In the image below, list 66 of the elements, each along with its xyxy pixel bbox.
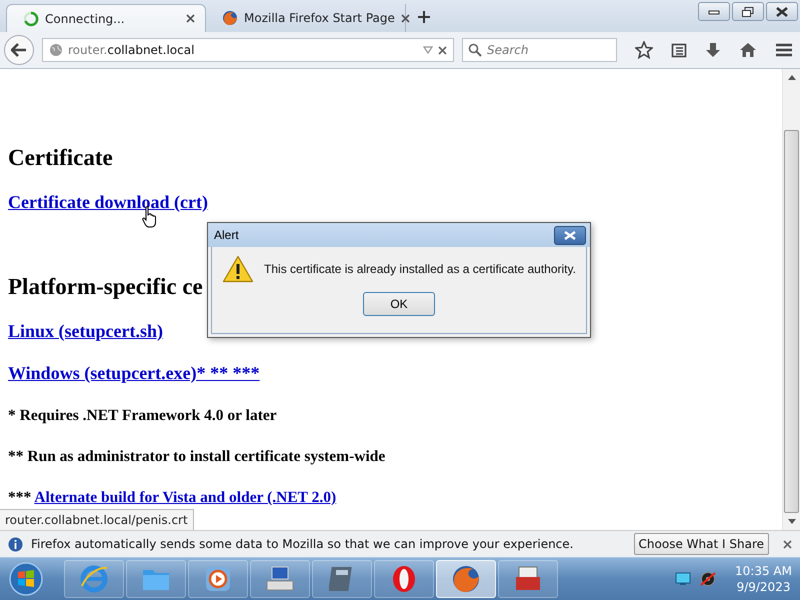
taskbar-button[interactable] xyxy=(250,560,310,598)
close-icon xyxy=(564,230,576,240)
taskbar-button[interactable] xyxy=(498,560,558,598)
download-link[interactable]: Linux (setupcert.sh) xyxy=(8,319,164,343)
choose-what-i-share-button[interactable]: Choose What I Share xyxy=(634,533,769,555)
new-tab-icon[interactable] xyxy=(418,11,430,23)
taskbar-button[interactable] xyxy=(312,560,372,598)
reading-list-icon[interactable] xyxy=(671,42,687,58)
url-text: router.collabnet.local xyxy=(68,43,196,57)
link-status-text: router.collabnet.local/penis.crt xyxy=(0,509,194,530)
search-field[interactable]: Search xyxy=(462,38,617,62)
menu-icon[interactable] xyxy=(775,42,793,58)
scrollbar[interactable] xyxy=(782,69,800,530)
taskbar-button[interactable] xyxy=(188,560,248,598)
download-link[interactable]: Alternate build for Vista and older (.NET 2.0) xyxy=(34,489,336,506)
minimize-button[interactable] xyxy=(698,2,730,21)
toolbox-icon xyxy=(513,565,543,593)
scroll-up-arrow-icon[interactable] xyxy=(788,75,796,80)
section-heading: Platform-specific ce xyxy=(8,273,203,301)
info-icon xyxy=(8,536,23,552)
star-icon[interactable] xyxy=(635,41,653,59)
restore-icon xyxy=(742,6,754,16)
clock-time: 10:35 AM xyxy=(735,563,792,579)
restore-button[interactable] xyxy=(732,2,764,21)
footnote-text: ** Run as administrator to install certificate system-wide xyxy=(8,447,386,467)
close-icon xyxy=(776,6,788,16)
back-arrow-icon xyxy=(11,43,27,57)
browser-e-icon xyxy=(79,564,109,594)
notification-message: Firefox automatically sends some data to Mozilla so that we can improve your experience. xyxy=(31,537,574,551)
download-link[interactable]: Windows (setupcert.exe)* ** *** xyxy=(8,361,260,385)
browser-tab[interactable]: Connecting... xyxy=(6,4,206,32)
taskbar-button[interactable] xyxy=(374,560,434,598)
media-player-icon xyxy=(204,565,232,593)
dropdown-arrow-icon[interactable] xyxy=(423,46,433,54)
clock-date: 9/9/2023 xyxy=(736,579,790,595)
close-window-button[interactable] xyxy=(766,2,798,21)
download-icon[interactable] xyxy=(705,42,721,58)
taskbar-button[interactable] xyxy=(436,560,496,598)
close-tab-icon[interactable] xyxy=(186,14,195,23)
back-button[interactable] xyxy=(4,35,34,65)
fox-globe-icon xyxy=(451,564,481,594)
close-dialog-button[interactable] xyxy=(554,226,586,244)
monitor-icon[interactable] xyxy=(675,572,692,586)
minimize-icon xyxy=(708,8,720,14)
ok-button[interactable]: OK xyxy=(363,292,435,316)
start-button[interactable] xyxy=(8,561,44,597)
address-bar[interactable]: router.collabnet.local xyxy=(42,38,454,62)
home-icon[interactable] xyxy=(739,42,757,58)
speaker-muted-icon[interactable] xyxy=(699,571,718,587)
loading-spinner-icon xyxy=(23,10,39,26)
warning-icon xyxy=(222,255,254,283)
scroll-down-arrow-icon[interactable] xyxy=(788,519,796,524)
globe-icon xyxy=(49,43,63,57)
dialog-title: Alert xyxy=(214,228,239,242)
download-link[interactable]: Certificate download (crt) xyxy=(8,190,208,214)
section-heading: Certificate xyxy=(8,144,113,172)
footnote-text: * Requires .NET Framework 4.0 or later xyxy=(8,406,277,426)
alert-message: This certificate is already installed as a certificate authority. xyxy=(264,262,576,276)
search-icon xyxy=(468,43,482,57)
stop-icon[interactable] xyxy=(438,46,447,54)
close-tab-icon[interactable] xyxy=(400,14,410,22)
close-notification-icon[interactable] xyxy=(783,540,792,548)
computer-icon xyxy=(264,565,296,593)
globe-fox-icon xyxy=(222,10,238,26)
opera-o-icon xyxy=(391,564,417,594)
footnote-text: *** Alternate build for Vista and older (.NET 2.0) xyxy=(8,488,336,508)
